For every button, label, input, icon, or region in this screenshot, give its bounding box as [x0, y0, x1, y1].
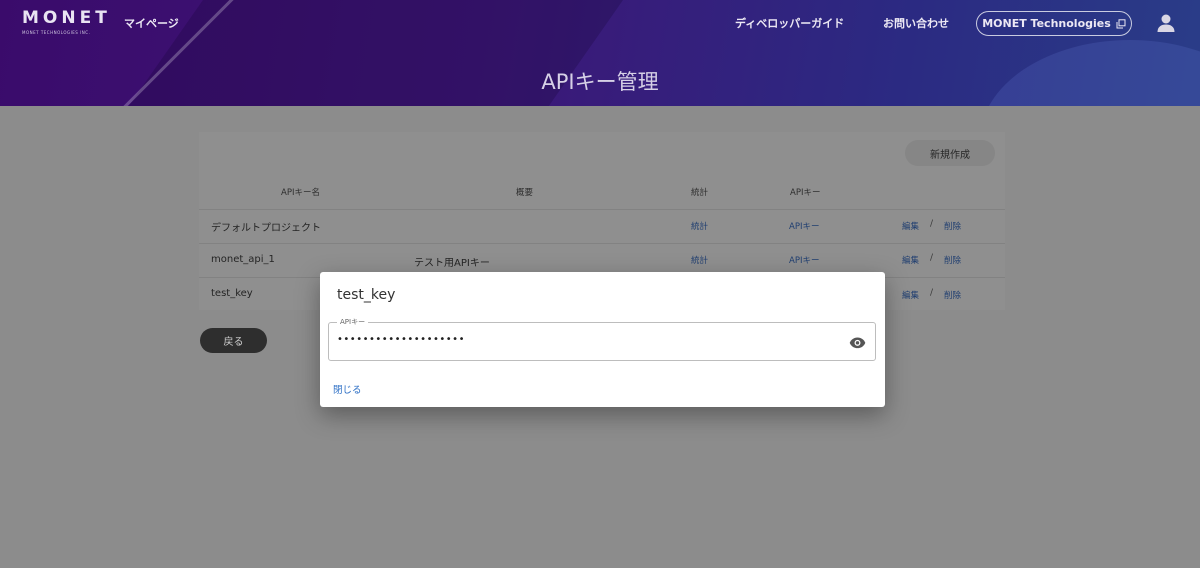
api-key-dialog: test_key APIキー •••••••••••••••••••• 閉じる	[320, 272, 885, 407]
nav-mypage-link[interactable]: マイページ	[124, 15, 179, 31]
company-button[interactable]: MONET Technologies	[976, 11, 1132, 36]
row-summary: テスト用APIキー	[414, 258, 490, 269]
edit-link[interactable]: 編集	[902, 220, 919, 232]
apikey-link[interactable]: APIキー	[789, 254, 819, 266]
monet-logo[interactable]: MONET MONET TECHNOLOGIES INC.	[22, 8, 108, 35]
close-dialog-button[interactable]: 閉じる	[333, 382, 362, 396]
column-header-apikey: APIキー	[790, 188, 821, 198]
row-name: test_key	[211, 288, 253, 299]
company-button-label: MONET Technologies	[982, 17, 1111, 30]
nav-developer-guide-link[interactable]: ディベロッパーガイド	[735, 15, 844, 31]
user-icon[interactable]	[1156, 13, 1176, 33]
nav-contact-link[interactable]: お問い合わせ	[883, 15, 949, 31]
back-button[interactable]: 戻る	[200, 328, 267, 353]
external-link-icon	[1116, 18, 1126, 28]
action-separator: /	[930, 253, 934, 263]
delete-link[interactable]: 削除	[944, 254, 961, 266]
table-divider	[199, 243, 1005, 244]
table-divider	[199, 209, 1005, 210]
api-key-field[interactable]: APIキー ••••••••••••••••••••	[328, 317, 876, 361]
stats-link[interactable]: 統計	[691, 220, 708, 232]
apikey-link[interactable]: APIキー	[789, 220, 819, 232]
edit-link[interactable]: 編集	[902, 254, 919, 266]
delete-link[interactable]: 削除	[944, 289, 961, 301]
api-key-field-label: APIキー	[337, 317, 369, 327]
app-header: MONET MONET TECHNOLOGIES INC. マイページ ディベロ…	[0, 0, 1200, 106]
eye-icon[interactable]	[849, 334, 866, 351]
stats-link[interactable]: 統計	[691, 254, 708, 266]
action-separator: /	[930, 219, 934, 229]
delete-link[interactable]: 削除	[944, 220, 961, 232]
row-name: デフォルトプロジェクト	[211, 223, 321, 234]
row-name: monet_api_1	[211, 254, 275, 265]
new-api-key-button[interactable]: 新規作成	[905, 140, 995, 166]
dialog-title: test_key	[337, 287, 396, 303]
action-separator: /	[930, 288, 934, 298]
api-key-masked-value[interactable]: ••••••••••••••••••••	[337, 334, 465, 345]
logo-subtext: MONET TECHNOLOGIES INC.	[22, 30, 91, 35]
edit-link[interactable]: 編集	[902, 289, 919, 301]
column-header-name: APIキー名	[281, 188, 320, 198]
logo-text: MONET	[22, 8, 111, 28]
column-header-stats: 統計	[691, 188, 709, 198]
page-title: APIキー管理	[541, 70, 659, 94]
column-header-summary: 概要	[516, 188, 534, 198]
